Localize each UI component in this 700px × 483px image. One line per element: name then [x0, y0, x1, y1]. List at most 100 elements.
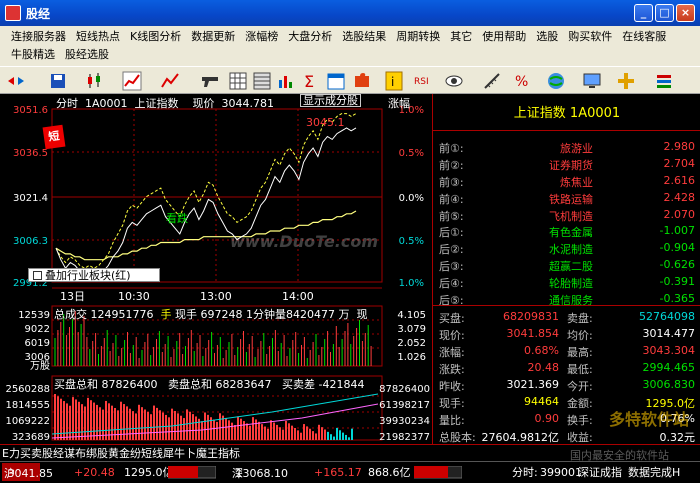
sector-row[interactable]: 后②: 水泥制造 -0.904 — [433, 241, 700, 258]
menu-item-5[interactable]: 大盘分析 — [283, 28, 337, 46]
table-icon[interactable] — [252, 71, 272, 91]
show-components-toggle[interactable]: 显示成分股 — [300, 94, 361, 107]
checkbox-box[interactable] — [33, 271, 42, 280]
menu-bar: 连接服务器 短线热点 K线图分析 数据更新 涨幅榜 大盘分析 选股结果 周期转换 其它 使用帮助选… — [0, 26, 700, 66]
buysell-y-label: 1814555 — [5, 400, 50, 411]
sector-change: 2.428 — [663, 191, 696, 204]
buysell-y-label: 2560288 — [5, 384, 50, 395]
overlay-sector-checkbox[interactable]: 叠加行业板块(红) — [28, 268, 160, 282]
grid-icon[interactable] — [228, 71, 248, 91]
save-icon[interactable] — [48, 71, 68, 91]
volume-y-right-label: 2.052 — [397, 338, 426, 349]
quote-label: 现价: — [439, 329, 465, 342]
quote-label: 金额: — [567, 397, 593, 410]
volume-y-label: 12539 — [18, 310, 50, 321]
menu-item-row2-0[interactable]: 牛股精选 — [6, 46, 60, 64]
intraday-chart-panel[interactable]: 3051.6 3036.5 3021.4 3006.3 2991.2 1.0% 0.5% 0.… — [0, 94, 432, 444]
calendar-icon[interactable] — [326, 71, 346, 91]
monitor-icon[interactable] — [582, 71, 602, 91]
volume-y-label: 万股 — [30, 360, 50, 372]
sector-row[interactable]: 前①: 旅游业 2.980 — [433, 140, 700, 157]
quote-label: 最高: — [567, 346, 593, 359]
menu-item-3[interactable]: 数据更新 — [186, 28, 240, 46]
sz-strength-bar — [414, 466, 462, 479]
menu-item-0[interactable]: 连接服务器 — [6, 28, 71, 46]
sector-change: -0.365 — [659, 292, 695, 305]
gun-icon[interactable] — [200, 71, 220, 91]
sector-name: 飞机制造 — [549, 210, 593, 223]
menu-row-1: 连接服务器 短线热点 K线图分析 数据更新 涨幅榜 大盘分析 选股结果 周期转换 其它 使用帮助选… — [6, 28, 671, 46]
sz-amount: 868.6亿 — [368, 466, 411, 479]
svg-text:i: i — [391, 75, 394, 89]
time-code: 399001 — [540, 466, 582, 479]
crosshair-icon[interactable] — [616, 71, 636, 91]
bar-chart-icon[interactable] — [276, 71, 296, 91]
sector-row[interactable]: 后④: 轮胎制造 -0.391 — [433, 275, 700, 292]
volume-extra: 现 — [356, 308, 368, 321]
menu-item-row2-1[interactable]: 股经选股 — [60, 46, 114, 64]
sector-row[interactable]: 前④: 铁路运输 2.428 — [433, 191, 700, 208]
sector-row[interactable]: 后③: 超赢二股 -0.626 — [433, 258, 700, 275]
sector-name: 证券期货 — [549, 159, 593, 172]
index-code: 1A0001 — [85, 97, 128, 110]
bar-cursor-icon[interactable] — [654, 71, 674, 91]
sector-name: 炼焦业 — [560, 176, 593, 189]
puzzle-icon[interactable] — [352, 71, 372, 91]
current-hand: 697248 — [200, 308, 243, 321]
quote-value: 0.90 — [534, 412, 560, 425]
menu-item-12[interactable]: 在线客服 — [617, 28, 671, 46]
menu-item-4[interactable]: 涨幅榜 — [240, 28, 283, 46]
percent-icon[interactable]: % — [512, 71, 532, 91]
sector-row[interactable]: 后⑤: 通信服务 -0.365 — [433, 292, 700, 309]
title-bar: 股经 _ □ × — [0, 0, 700, 26]
menu-item-2[interactable]: K线图分析 — [125, 28, 186, 46]
change-header: 涨幅 — [388, 97, 410, 110]
menu-item-6[interactable]: 选股结果 — [337, 28, 391, 46]
buy-signal-marker[interactable]: 短 — [42, 124, 66, 150]
line-chart-icon[interactable] — [160, 71, 180, 91]
buysell-y-right-label: 21982377 — [379, 432, 430, 443]
sector-row[interactable]: 后①: 有色金属 -1.007 — [433, 224, 700, 241]
menu-item-7[interactable]: 周期转换 — [391, 28, 445, 46]
quote-value: 68209831 — [503, 310, 559, 323]
buysell-y-right-label: 39930234 — [379, 416, 430, 427]
ruler-icon[interactable] — [482, 71, 502, 91]
sigma-icon[interactable]: Σ — [300, 71, 320, 91]
volume-unit: 万 — [338, 308, 350, 321]
menu-item-9[interactable]: 使用帮助 — [477, 28, 531, 46]
show-components-label: 显示成分股 — [303, 94, 358, 107]
connect-icon[interactable] — [6, 71, 26, 91]
quote-label: 昨收: — [439, 380, 465, 393]
menu-item-10[interactable]: 选股 — [531, 28, 563, 46]
quote-label: 涨跌: — [439, 363, 465, 376]
news-ticker[interactable]: E力买卖股经谋布绑股黄金纷短线犀牛卜魔王指标 — [0, 444, 432, 461]
menu-item-8[interactable]: 其它 — [445, 28, 477, 46]
x-tick-label: 13日 — [60, 290, 85, 303]
sh-market-tag[interactable]: 沪 3041.85 — [2, 463, 53, 481]
menu-item-1[interactable]: 短线热点 — [71, 28, 125, 46]
close-button[interactable]: × — [676, 4, 695, 22]
maximize-button[interactable]: □ — [655, 4, 674, 22]
sell-signal-marker[interactable]: 看跌 — [166, 210, 188, 226]
sector-row[interactable]: 前⑤: 飞机制造 2.070 — [433, 208, 700, 225]
menu-item-11[interactable]: 购买软件 — [563, 28, 617, 46]
quote-value: 0.68% — [524, 344, 559, 357]
quote-value: 3021.369 — [506, 378, 560, 391]
svg-text:RSI: RSI — [414, 77, 429, 87]
sector-row[interactable]: 前③: 炼焦业 2.616 — [433, 174, 700, 191]
globe-icon[interactable] — [546, 71, 566, 91]
minimize-button[interactable]: _ — [634, 4, 653, 22]
info-icon[interactable]: i — [384, 71, 404, 91]
buy-sell-diff-label: 买卖差 — [282, 378, 315, 391]
sector-name: 超赢二股 — [549, 260, 593, 273]
minute-volume: 8420477 — [286, 308, 335, 321]
rsi-icon[interactable]: RSI — [414, 71, 434, 91]
eye-icon[interactable] — [444, 71, 464, 91]
sector-row[interactable]: 前②: 证券期货 2.704 — [433, 157, 700, 174]
sz-market-tag[interactable]: 深 13068.10 — [232, 463, 288, 483]
window-title: 股经 — [26, 7, 51, 21]
kline-icon[interactable] — [84, 71, 104, 91]
trend-chart-icon[interactable] — [122, 71, 142, 91]
toolbar: Σ i RSI % — [0, 66, 700, 94]
quote-value: 3006.830 — [642, 378, 696, 391]
